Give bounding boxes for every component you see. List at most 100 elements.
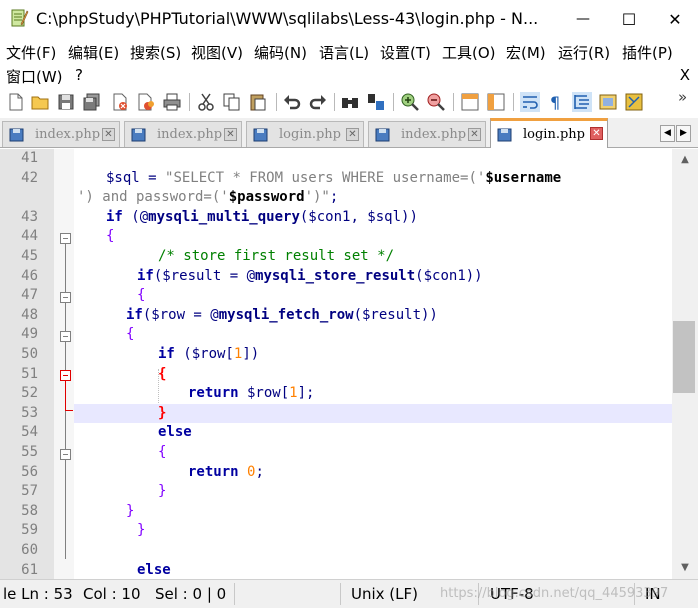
code-line-48: if($row = @mysqli_fetch_row($result)) [126, 306, 438, 323]
menu-help[interactable]: ? [75, 66, 83, 84]
vertical-scrollbar[interactable]: ▲ ▼ [672, 149, 698, 579]
fold-toggle-icon[interactable] [60, 292, 71, 303]
menu-macro[interactable]: 宏(M) [506, 42, 546, 63]
line-number: 58 [21, 502, 38, 519]
tab-close-icon[interactable]: ✕ [102, 128, 115, 141]
file-saved-icon [497, 128, 512, 141]
code-line-45: /* store first result set */ [158, 248, 395, 264]
tab-index-php-1[interactable]: index.php ✕ [2, 121, 120, 147]
toolbar-separator [393, 93, 394, 111]
fold-toggle-icon[interactable] [60, 331, 71, 342]
status-eol-format[interactable]: Unix (LF) [351, 585, 418, 603]
cut-icon[interactable] [196, 92, 216, 112]
close-file-icon[interactable] [110, 92, 130, 112]
menu-search[interactable]: 搜索(S) [130, 42, 181, 63]
close-document-button[interactable]: X [680, 66, 690, 84]
menu-tools[interactable]: 工具(O) [442, 42, 496, 63]
menu-run[interactable]: 运行(R) [558, 42, 610, 63]
watermark-text: https://blog.csdn.net/qq_44593397 [440, 586, 669, 601]
menu-edit[interactable]: 编辑(E) [68, 42, 119, 63]
function-list-icon[interactable] [624, 92, 644, 112]
show-all-characters-icon[interactable]: ¶ [546, 92, 566, 112]
minimize-button[interactable]: — [560, 0, 606, 38]
print-icon[interactable] [162, 92, 182, 112]
file-saved-icon [9, 128, 24, 141]
redo-icon[interactable] [308, 92, 328, 112]
copy-icon[interactable] [222, 92, 242, 112]
status-divider [234, 583, 235, 605]
tab-label: index.php [157, 127, 223, 142]
close-icon: ✕ [668, 9, 682, 29]
undo-icon[interactable] [282, 92, 302, 112]
paste-icon[interactable] [248, 92, 268, 112]
sync-vertical-icon[interactable] [460, 92, 480, 112]
file-saved-icon [131, 128, 146, 141]
menu-encoding[interactable]: 编码(N) [254, 42, 307, 63]
menu-window[interactable]: 窗口(W) [6, 66, 63, 87]
maximize-button[interactable]: ☐ [606, 0, 652, 38]
menu-view[interactable]: 视图(V) [191, 42, 243, 63]
menu-settings[interactable]: 设置(T) [380, 42, 431, 63]
code-line-46: if($result = @mysqli_store_result($con1)… [137, 267, 483, 284]
notepad-plus-plus-window: C:\phpStudy\PHPTutorial\WWW\sqlilabs\Les… [0, 0, 698, 608]
new-file-icon[interactable] [6, 92, 26, 112]
code-line-44: { [106, 228, 115, 245]
indent-guide-icon[interactable] [572, 92, 592, 112]
code-line-54: else [158, 424, 192, 441]
save-icon[interactable] [56, 92, 76, 112]
tab-close-icon[interactable]: ✕ [346, 128, 359, 141]
fold-margin [54, 149, 74, 579]
toolbar-overflow-icon[interactable]: » [678, 88, 687, 106]
line-number: 47 [21, 287, 38, 304]
save-all-icon[interactable] [82, 92, 102, 112]
line-number: 60 [21, 542, 38, 558]
zoom-out-icon[interactable] [426, 92, 446, 112]
sync-horizontal-icon[interactable] [486, 92, 506, 112]
document-map-icon[interactable] [598, 92, 618, 112]
replace-icon[interactable] [366, 92, 386, 112]
toolbar-separator [453, 93, 454, 111]
file-saved-icon [253, 128, 268, 141]
svg-text:¶: ¶ [550, 93, 560, 112]
close-all-icon[interactable] [136, 92, 156, 112]
fold-guide-line-active [65, 381, 66, 411]
tab-close-icon[interactable]: ✕ [590, 127, 603, 140]
open-file-icon[interactable] [30, 92, 50, 112]
toolbar-separator [189, 93, 190, 111]
tab-scroll-left-button[interactable]: ◀ [660, 125, 675, 142]
tab-login-php-1[interactable]: login.php ✕ [246, 121, 364, 147]
code-line-50: if ($row[1]) [158, 346, 260, 362]
line-number: 61 [21, 561, 38, 578]
code-line-59: } [137, 522, 146, 539]
menu-language[interactable]: 语言(L) [319, 42, 369, 63]
tab-close-icon[interactable]: ✕ [468, 128, 481, 141]
menu-plugins[interactable]: 插件(P) [622, 42, 673, 63]
fold-toggle-icon[interactable] [60, 233, 71, 244]
menu-file[interactable]: 文件(F) [6, 42, 56, 63]
zoom-in-icon[interactable] [400, 92, 420, 112]
find-icon[interactable] [340, 92, 360, 112]
code-line-43: if (@mysqli_multi_query($con1, $sql)) [106, 208, 418, 225]
tab-scroll-right-button[interactable]: ▶ [676, 125, 691, 142]
minimize-icon: — [576, 11, 590, 27]
tab-index-php-2[interactable]: index.php ✕ [124, 121, 242, 147]
fold-toggle-icon-active[interactable] [60, 370, 71, 381]
tab-close-icon[interactable]: ✕ [224, 128, 237, 141]
code-line-53: } [158, 404, 167, 421]
line-number: 48 [21, 306, 38, 323]
scrollbar-thumb[interactable] [673, 321, 695, 393]
code-editor[interactable]: 41 42 43 44 45 46 47 48 49 50 51 52 53 5… [0, 149, 698, 579]
scroll-up-icon[interactable]: ▲ [672, 151, 698, 169]
line-number: 57 [21, 483, 38, 500]
scroll-down-icon[interactable]: ▼ [672, 559, 698, 577]
line-number: 42 [21, 169, 38, 186]
menu-bar-row-2: 窗口(W) ? [0, 64, 698, 88]
title-bar: C:\phpStudy\PHPTutorial\WWW\sqlilabs\Les… [0, 0, 698, 38]
fold-toggle-icon[interactable] [60, 449, 71, 460]
tab-label: login.php [523, 127, 585, 142]
status-column: Col : 10 [83, 585, 141, 603]
close-window-button[interactable]: ✕ [652, 0, 698, 38]
tab-index-php-3[interactable]: index.php ✕ [368, 121, 486, 147]
tab-login-php-active[interactable]: login.php ✕ [490, 118, 608, 148]
word-wrap-icon[interactable] [520, 92, 540, 112]
